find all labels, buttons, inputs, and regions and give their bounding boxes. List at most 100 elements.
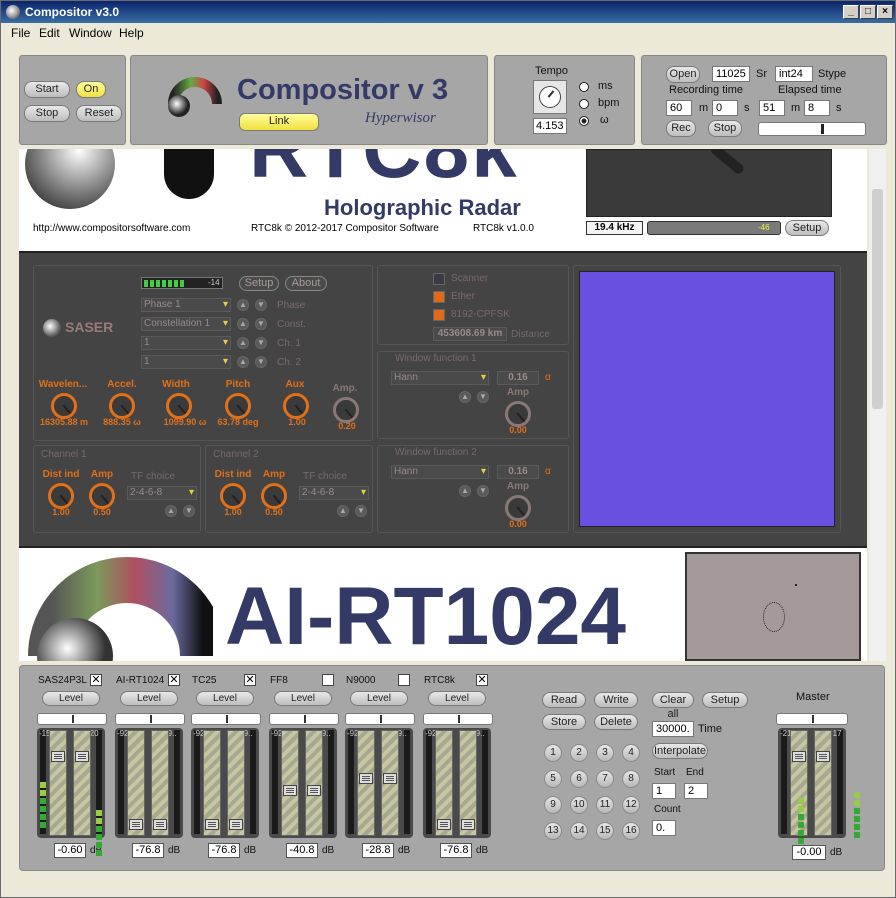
fader-handle[interactable] — [792, 751, 806, 762]
interpolate-button[interactable]: Interpolate — [652, 743, 708, 759]
channel-pan-slider[interactable] — [115, 713, 185, 725]
on-button[interactable]: On — [76, 81, 106, 98]
down-arrow-icon[interactable]: ▼ — [255, 318, 267, 330]
down-arrow-icon[interactable]: ▼ — [477, 391, 489, 403]
channel-enable-checkbox[interactable]: ✕ — [244, 674, 256, 686]
channel-pan-slider[interactable] — [191, 713, 261, 725]
preset-slot-button[interactable]: 8 — [622, 770, 640, 788]
radio-ms[interactable] — [579, 82, 589, 92]
down-arrow-icon[interactable]: ▼ — [355, 505, 367, 517]
up-arrow-icon[interactable]: ▲ — [237, 299, 249, 311]
fader-track-right[interactable] — [459, 730, 477, 836]
preset-slot-button[interactable]: 12 — [622, 796, 640, 814]
maximize-button[interactable]: □ — [860, 5, 876, 19]
channel-level-button[interactable]: Level — [350, 691, 408, 706]
fader-handle[interactable] — [283, 785, 297, 796]
up-arrow-icon[interactable]: ▲ — [165, 505, 177, 517]
preset-slot-button[interactable]: 5 — [544, 770, 562, 788]
fader-track-left[interactable] — [49, 730, 67, 836]
preset-time-field[interactable]: 30000. — [652, 721, 694, 737]
down-arrow-icon[interactable]: ▼ — [255, 356, 267, 368]
channel-pan-slider[interactable] — [269, 713, 339, 725]
radio-bpm[interactable] — [579, 99, 589, 109]
channel-pan-slider[interactable] — [345, 713, 415, 725]
up-arrow-icon[interactable]: ▲ — [237, 337, 249, 349]
fader-track-left[interactable] — [435, 730, 453, 836]
wf1-type-select[interactable]: Hann — [391, 371, 489, 385]
fader-track-right[interactable] — [151, 730, 169, 836]
scrollbar-thumb[interactable] — [872, 189, 883, 409]
down-arrow-icon[interactable]: ▼ — [477, 485, 489, 497]
wf2-alpha-field[interactable]: 0.16 — [497, 465, 539, 479]
fader-handle[interactable] — [75, 751, 89, 762]
channel-pan-slider[interactable] — [37, 713, 107, 725]
fader-track-right[interactable] — [381, 730, 399, 836]
channel-db-value[interactable]: -76.8 — [440, 843, 472, 858]
recording-minutes-field[interactable]: 60 — [666, 100, 692, 116]
rec-button[interactable]: Rec — [666, 120, 696, 137]
cpfsk-toggle[interactable] — [433, 309, 445, 321]
start-button[interactable]: Start — [24, 81, 70, 98]
wf2-type-select[interactable]: Hann — [391, 465, 489, 479]
preset-slot-button[interactable]: 2 — [570, 744, 588, 762]
channel-level-button[interactable]: Level — [120, 691, 178, 706]
ch2-select[interactable]: 1 — [141, 355, 231, 369]
fader-track-right[interactable] — [73, 730, 91, 836]
preset-slot-button[interactable]: 10 — [570, 796, 588, 814]
aux-knob[interactable] — [283, 393, 309, 419]
minimize-button[interactable]: _ — [843, 5, 859, 19]
menu-file[interactable]: File — [11, 26, 30, 40]
store-button[interactable]: Store — [542, 714, 586, 730]
up-arrow-icon[interactable]: ▲ — [237, 318, 249, 330]
phase-select[interactable]: Phase 1 — [141, 298, 231, 312]
wf1-alpha-field[interactable]: 0.16 — [497, 371, 539, 385]
ch2-amp-knob[interactable] — [261, 483, 287, 509]
wf1-amp-knob[interactable] — [505, 401, 531, 427]
close-button[interactable]: × — [877, 5, 893, 19]
channel-enable-checkbox[interactable]: ✕ — [168, 674, 180, 686]
amp-knob[interactable] — [333, 397, 359, 423]
recording-position-slider[interactable] — [758, 122, 866, 136]
preset-slot-button[interactable]: 3 — [596, 744, 614, 762]
tempo-dial[interactable] — [533, 80, 567, 114]
saser-about-button[interactable]: About — [285, 276, 327, 291]
down-arrow-icon[interactable]: ▼ — [183, 505, 195, 517]
ether-toggle[interactable] — [433, 291, 445, 303]
fader-handle[interactable] — [359, 773, 373, 784]
channel-level-button[interactable]: Level — [274, 691, 332, 706]
menu-window[interactable]: Window — [69, 26, 112, 40]
preset-slot-button[interactable]: 7 — [596, 770, 614, 788]
open-button[interactable]: Open — [666, 66, 700, 83]
fader-track-left[interactable] — [203, 730, 221, 836]
master-fader-track-left[interactable] — [790, 730, 808, 836]
fader-track-left[interactable] — [281, 730, 299, 836]
website-link[interactable]: http://www.compositorsoftware.com — [33, 223, 190, 234]
preset-slot-button[interactable]: 6 — [570, 770, 588, 788]
channel-enable-checkbox[interactable] — [322, 674, 334, 686]
channel-enable-checkbox[interactable]: ✕ — [90, 674, 102, 686]
up-arrow-icon[interactable]: ▲ — [459, 391, 471, 403]
ch1-tf-select[interactable]: 2-4-6-8 — [127, 486, 197, 500]
sample-rate-field[interactable]: 11025 — [712, 66, 750, 82]
master-fader-track-right[interactable] — [814, 730, 832, 836]
link-button[interactable]: Link — [239, 113, 319, 131]
fader-handle[interactable] — [307, 785, 321, 796]
channel-level-button[interactable]: Level — [428, 691, 486, 706]
fader-handle[interactable] — [383, 773, 397, 784]
fader-handle[interactable] — [129, 819, 143, 830]
clear-all-button[interactable]: Clear all — [652, 692, 694, 720]
constellation-select[interactable]: Constellation 1 — [141, 317, 231, 331]
channel-db-value[interactable]: -76.8 — [208, 843, 240, 858]
pitch-knob[interactable] — [225, 393, 251, 419]
vertical-scrollbar[interactable] — [869, 149, 886, 661]
fader-track-left[interactable] — [357, 730, 375, 836]
fader-handle[interactable] — [437, 819, 451, 830]
fader-handle[interactable] — [229, 819, 243, 830]
ch2-dist-knob[interactable] — [220, 483, 246, 509]
wf2-amp-knob[interactable] — [505, 495, 531, 521]
saser-setup-button[interactable]: Setup — [239, 276, 279, 291]
menu-help[interactable]: Help — [119, 26, 144, 40]
ch1-amp-knob[interactable] — [89, 483, 115, 509]
rec-stop-button[interactable]: Stop — [708, 120, 742, 137]
preset-slot-button[interactable]: 9 — [544, 796, 562, 814]
